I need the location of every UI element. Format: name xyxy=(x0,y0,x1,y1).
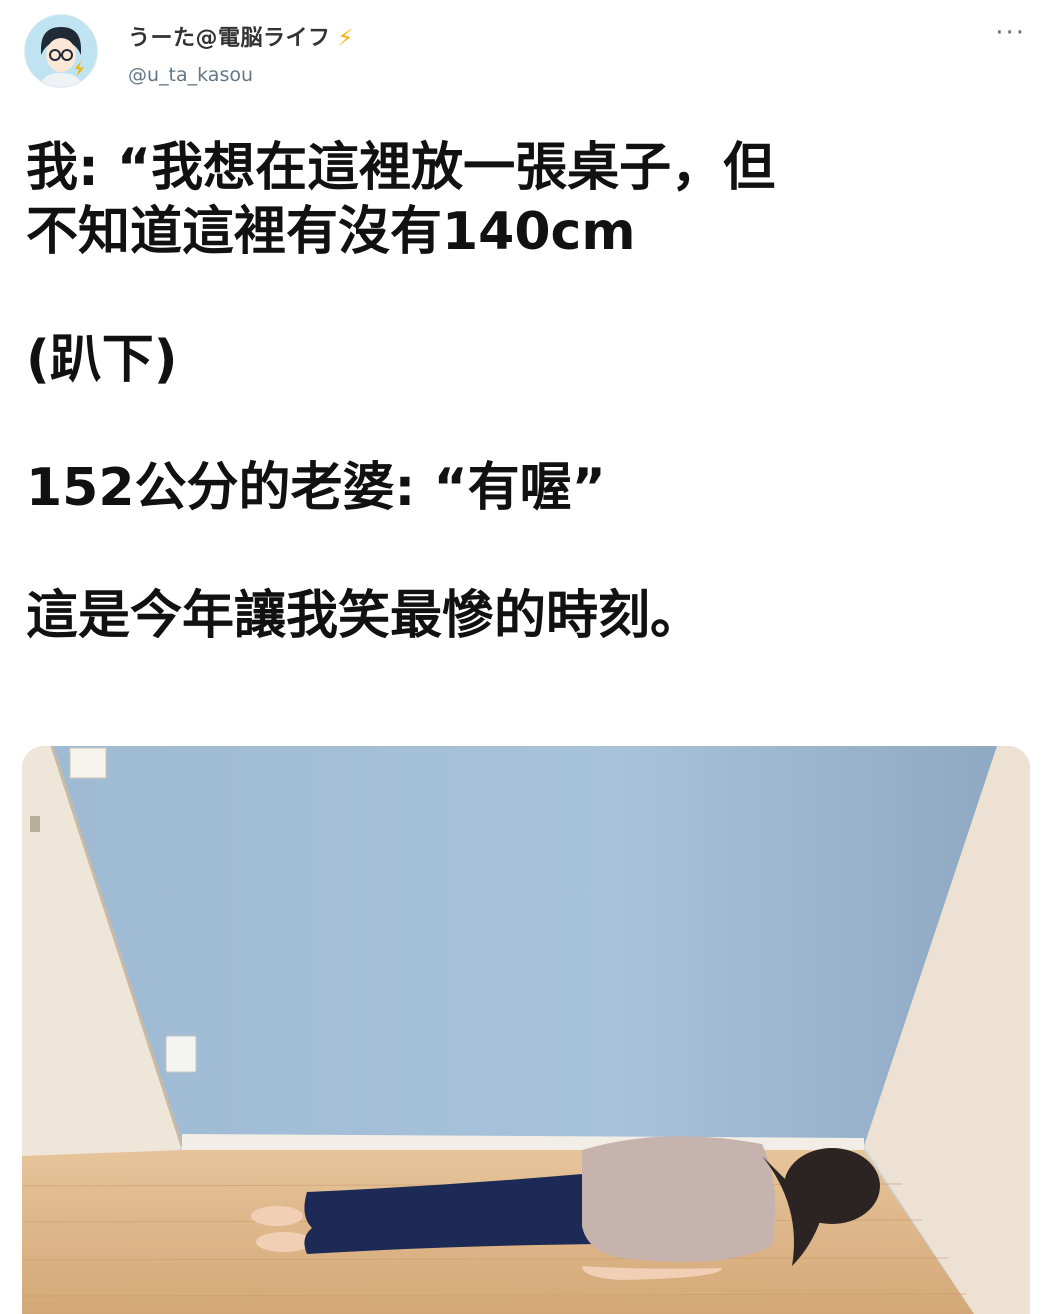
photo-woman-lying-on-floor xyxy=(22,746,1030,1314)
tweet-header: うーた@電脳ライフ ⚡ @u_ta_kasou ··· xyxy=(24,14,1034,98)
tweet-line: (趴下) xyxy=(26,330,178,390)
user-handle[interactable]: @u_ta_kasou xyxy=(128,64,353,86)
tweet-line: 152公分的老婆: “有喔” xyxy=(26,458,606,518)
avatar[interactable] xyxy=(24,14,98,88)
tweet-photo[interactable] xyxy=(22,746,1030,1314)
tweet-text: 我: “我想在這裡放一張桌子，但 不知道這裡有沒有140cm (趴下) 152公… xyxy=(26,136,1016,648)
tweet-line: 我: “我想在這裡放一張桌子，但 xyxy=(26,138,776,198)
lightning-bolt-icon: ⚡ xyxy=(337,26,354,51)
display-name[interactable]: うーた@電脳ライフ ⚡ xyxy=(128,20,353,52)
tweet-line: 這是今年讓我笑最慘的時刻。 xyxy=(26,586,703,646)
avatar-illustration xyxy=(25,15,97,87)
tweet-line: 不知道這裡有沒有140cm xyxy=(26,202,636,262)
more-options-icon[interactable]: ··· xyxy=(995,18,1026,48)
